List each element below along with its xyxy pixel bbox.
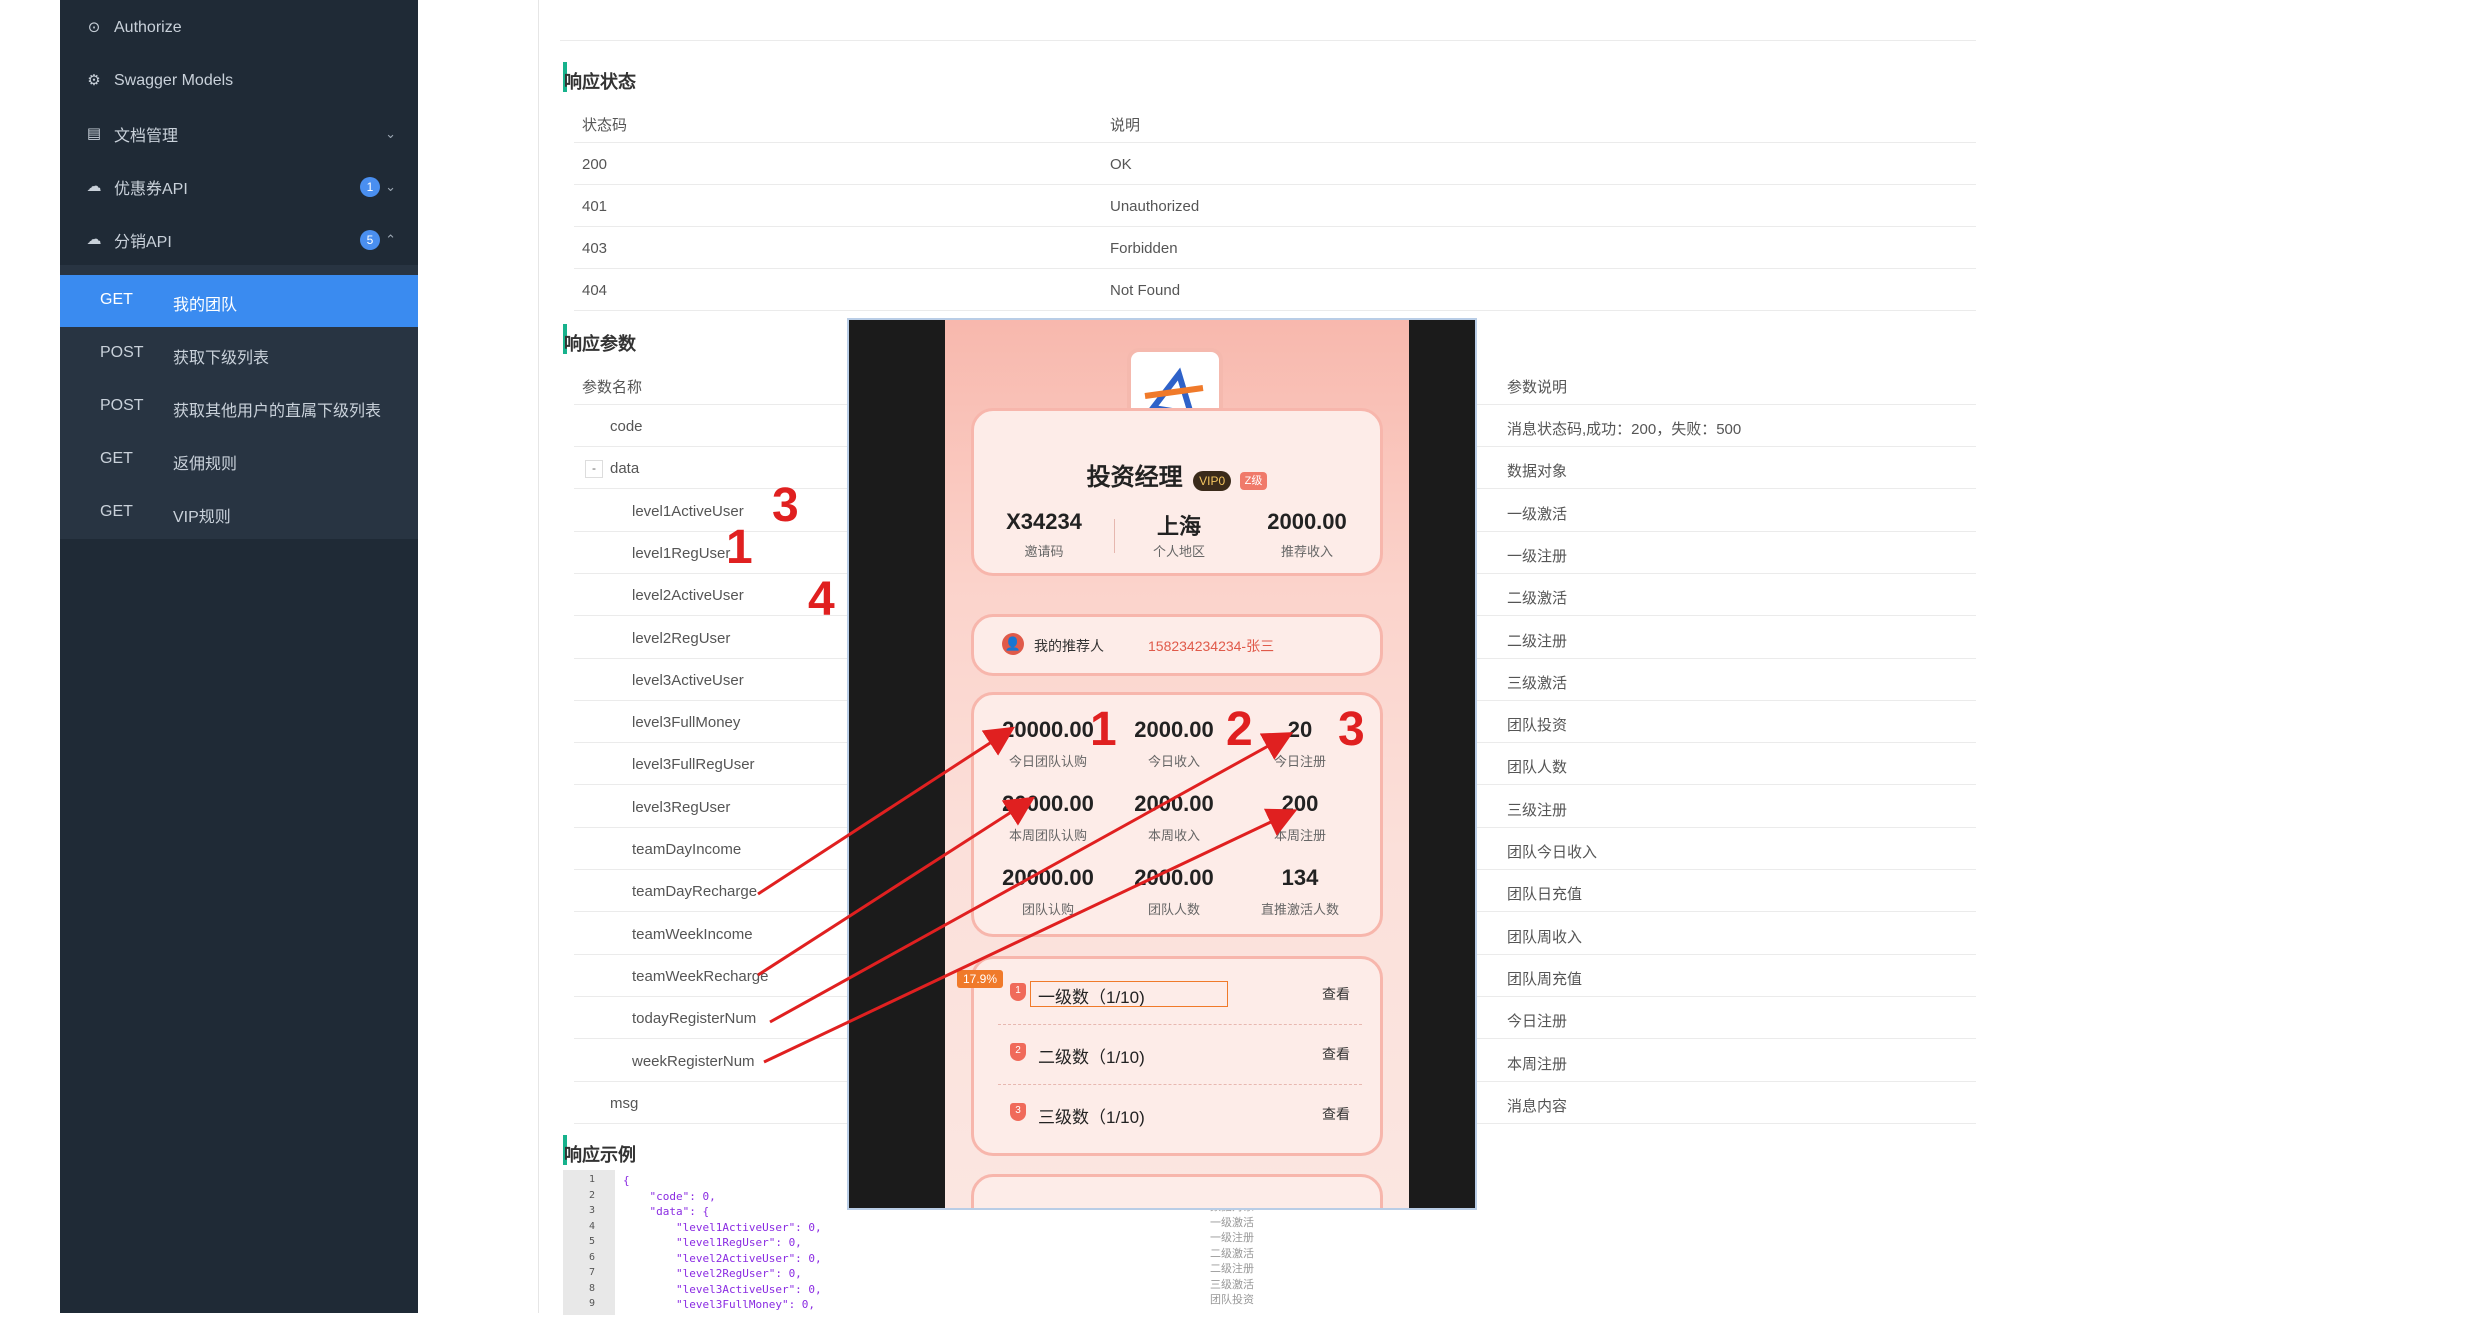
arrow	[757, 726, 1016, 896]
annotation-arrows	[757, 726, 1298, 1064]
arrow	[757, 796, 1036, 977]
arrow	[763, 808, 1298, 1064]
arrow	[769, 732, 1294, 1024]
